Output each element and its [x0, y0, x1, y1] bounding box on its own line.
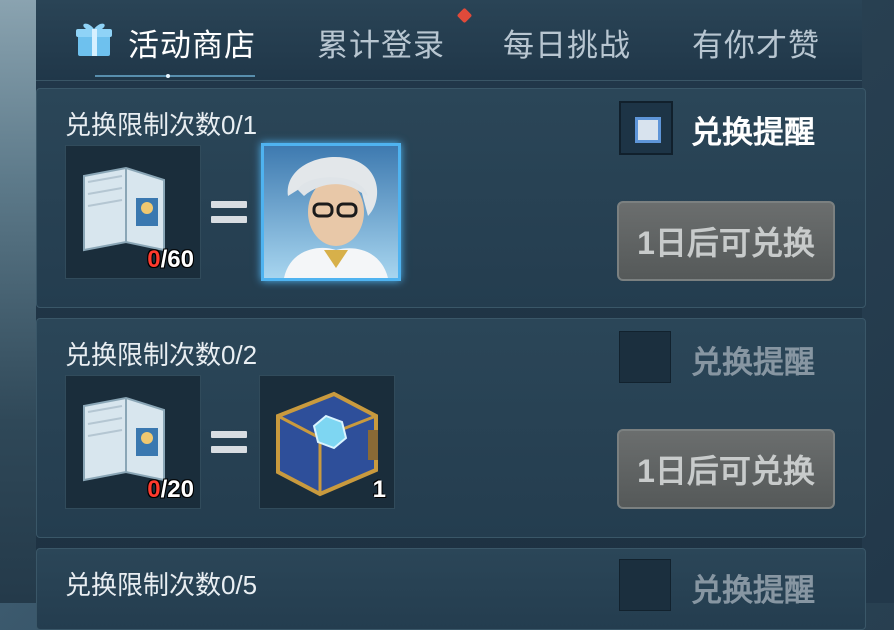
tab-daily-challenge[interactable]: 每日挑战 — [503, 20, 631, 65]
cost-count: 0/60 — [147, 246, 194, 273]
cost-count: 0/20 — [147, 476, 194, 503]
exchange-card: 兑换限制次数0/1 0/60 兑换提醒 1日后可兑换 — [36, 88, 866, 308]
tab-cumulative-login[interactable]: 累计登录 — [317, 20, 445, 65]
tab-activity-shop[interactable]: 活动商店 — [128, 20, 256, 65]
cost-item-slot[interactable]: 0/20 — [65, 375, 201, 509]
reminder-checkbox[interactable] — [619, 559, 671, 611]
exchange-limit-text: 兑换限制次数0/5 — [65, 570, 258, 600]
background-left-edge — [0, 0, 40, 603]
reminder-label: 兑换提醒 — [691, 345, 815, 380]
cost-item-slot[interactable]: 0/60 — [65, 145, 201, 279]
tab-active-indicator — [95, 74, 255, 78]
reminder-label: 兑换提醒 — [691, 573, 815, 608]
tab-you-deserve-praise[interactable]: 有你才赞 — [692, 20, 820, 65]
reward-item-slot[interactable] — [261, 143, 401, 281]
hero-portrait-icon — [264, 146, 398, 278]
reward-item-slot[interactable]: 1 — [259, 375, 395, 509]
exchange-card: 兑换限制次数0/2 0/20 1 兑换提醒 1日后可兑换 — [36, 318, 866, 538]
reward-quantity: 1 — [372, 476, 386, 503]
gift-icon — [76, 23, 112, 56]
equals-sign — [211, 201, 247, 225]
reminder-checkbox[interactable] — [619, 331, 671, 383]
redeem-button[interactable]: 1日后可兑换 — [617, 201, 835, 281]
exchange-limit-text: 兑换限制次数0/2 — [65, 340, 258, 370]
exchange-limit-text: 兑换限制次数0/1 — [65, 110, 258, 140]
reminder-checkbox[interactable] — [619, 101, 673, 155]
reminder-label: 兑换提醒 — [691, 115, 815, 150]
equals-sign — [211, 431, 247, 455]
exchange-card: 兑换限制次数0/5 兑换提醒 — [36, 548, 866, 630]
redeem-button[interactable]: 1日后可兑换 — [617, 429, 835, 509]
